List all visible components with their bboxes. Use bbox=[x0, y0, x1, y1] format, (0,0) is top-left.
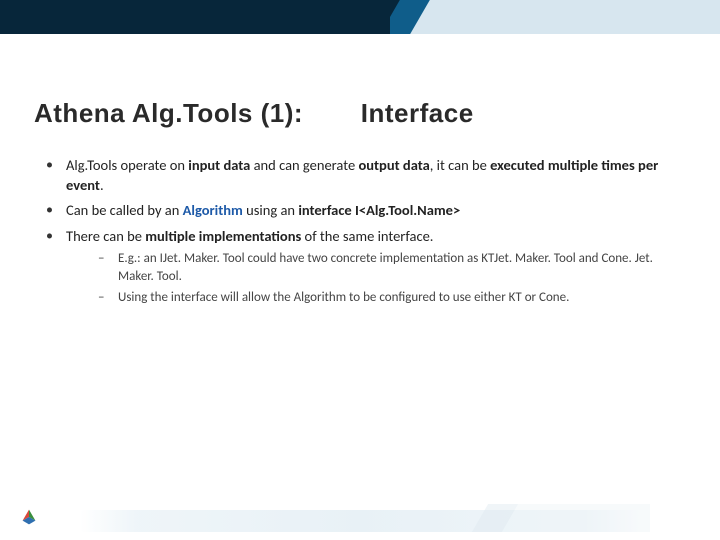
bullet-list: Alg.Tools operate on input data and can … bbox=[40, 156, 680, 307]
text-run: multiple implementations bbox=[145, 227, 301, 245]
sub-bullet-item: Using the interface will allow the Algor… bbox=[66, 289, 680, 307]
title-part-2: Interface bbox=[361, 98, 474, 128]
sub-bullet-item: E.g.: an IJet. Maker. Tool could have tw… bbox=[66, 250, 680, 285]
text-run: interface bbox=[298, 201, 351, 219]
top-chevron bbox=[390, 0, 720, 34]
text-run: I<Alg.Tool.Name> bbox=[355, 201, 460, 219]
slide: Athena Alg.Tools (1): Interface Alg.Tool… bbox=[0, 0, 720, 540]
text-run: Alg.Tools operate on bbox=[66, 156, 188, 174]
top-bar bbox=[0, 0, 720, 34]
text-run: using an bbox=[243, 201, 298, 219]
logo-icon bbox=[18, 506, 40, 528]
bullet-item: Alg.Tools operate on input data and can … bbox=[40, 156, 680, 195]
text-run: output data bbox=[358, 156, 429, 174]
text-run: Can be called by an bbox=[66, 201, 183, 219]
text-run: input data bbox=[188, 156, 250, 174]
text-run: and can generate bbox=[250, 156, 358, 174]
text-run: Algorithm bbox=[183, 201, 243, 219]
title-part-1: Athena Alg.Tools (1): bbox=[34, 98, 303, 128]
bullet-item: There can be multiple implementations of… bbox=[40, 227, 680, 307]
bottom-arrow-decoration bbox=[450, 504, 650, 532]
sub-bullet-list: E.g.: an IJet. Maker. Tool could have tw… bbox=[66, 250, 680, 307]
text-run: There can be bbox=[66, 227, 145, 245]
slide-title: Athena Alg.Tools (1): Interface bbox=[34, 98, 474, 129]
bullet-item: Can be called by an Algorithm using an i… bbox=[40, 201, 680, 221]
text-run: . bbox=[100, 176, 104, 194]
text-run: of the same interface. bbox=[301, 227, 433, 245]
slide-body: Alg.Tools operate on input data and can … bbox=[40, 156, 680, 313]
text-run: , it can be bbox=[430, 156, 490, 174]
